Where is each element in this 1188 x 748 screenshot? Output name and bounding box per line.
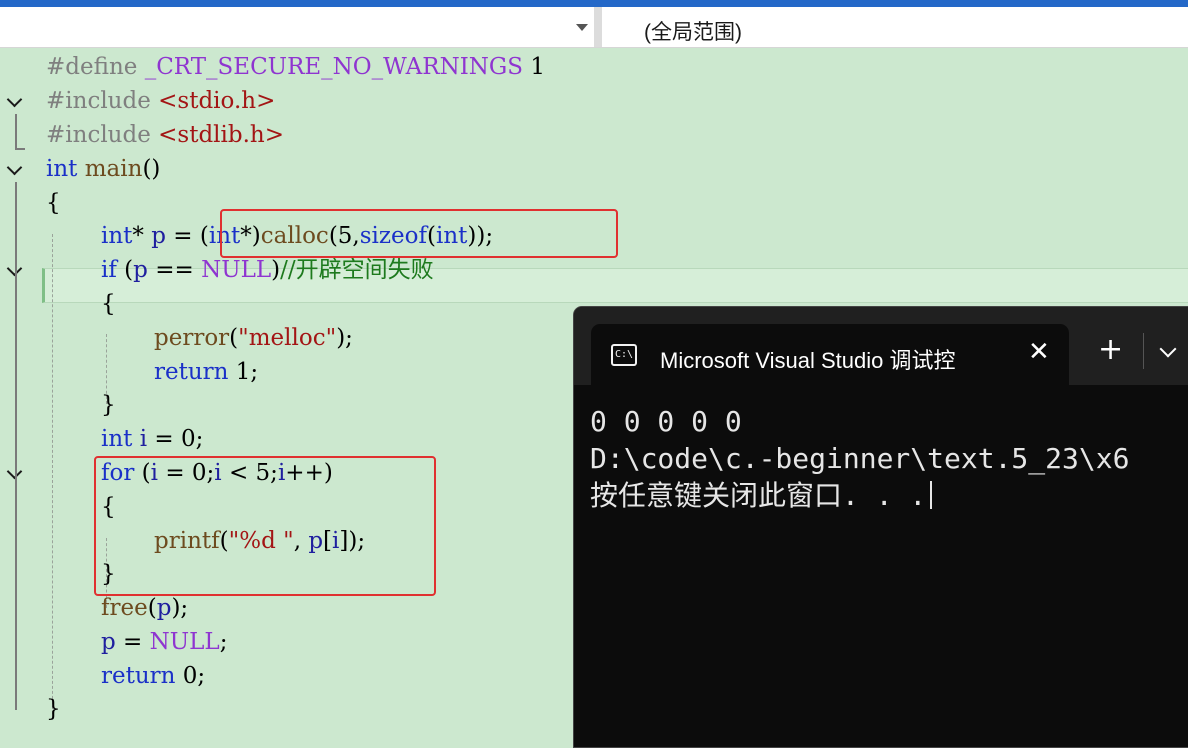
code-line-8: { [101,291,116,317]
close-icon[interactable]: ✕ [1028,338,1050,366]
highlight-box-calloc [220,209,618,258]
code-line-11: } [101,392,116,418]
console-window[interactable]: C:\ Microsoft Visual Studio 调试控 ✕ + 0 0 … [573,306,1188,748]
code-line-2: #include <stdio.h> [46,88,276,114]
scope-dropdown[interactable]: (全局范围) [644,16,742,46]
code-line-9: perror("melloc"); [154,325,353,351]
highlight-box-for-loop [94,456,436,596]
code-line-5: { [46,190,61,216]
console-output-line: 按任意键关闭此窗口. . . [590,477,933,514]
console-output-line: 0 0 0 0 0 [590,405,742,438]
fold-line [15,486,17,586]
fold-collapse-icon[interactable] [8,94,22,108]
console-prompt-text: 按任意键关闭此窗口. . . [590,479,927,512]
code-line-3: #include <stdlib.h> [46,122,285,148]
code-line-18: p = NULL; [101,629,228,655]
code-line-20: } [46,696,61,722]
code-line-7: if (p == NULL)//开辟空间失败 [101,257,434,283]
code-line-19: return 0; [101,663,206,689]
fold-line [15,148,25,150]
project-dropdown[interactable] [0,7,594,47]
fold-collapse-icon[interactable] [8,162,22,176]
console-output-line: D:\code\c.-beginner\text.5_23\x6 [590,442,1130,475]
navbar-divider [594,7,602,47]
text-cursor [930,481,933,509]
navigation-bar: (全局范围) [0,7,1188,48]
new-tab-button[interactable]: + [1098,335,1123,365]
code-line-17: free(p); [101,595,189,621]
titlebar-divider [1143,333,1144,369]
code-line-10: return 1; [154,359,259,385]
fold-line [15,182,17,710]
chevron-down-icon[interactable] [576,24,588,31]
terminal-icon: C:\ [611,344,637,366]
code-line-4: int main() [46,156,161,182]
chevron-down-icon[interactable] [1162,343,1174,355]
fold-line [15,114,17,148]
code-line-12: int i = 0; [101,426,204,452]
console-tab[interactable]: C:\ Microsoft Visual Studio 调试控 ✕ [591,324,1069,386]
code-line-1: #define _CRT_SECURE_NO_WARNINGS 1 [46,54,545,80]
fold-line [15,283,17,411]
title-accent-strip [0,0,1188,7]
console-title: Microsoft Visual Studio 调试控 [660,348,956,373]
console-titlebar: C:\ Microsoft Visual Studio 调试控 ✕ + [574,307,1188,386]
indent-guide [52,234,53,714]
